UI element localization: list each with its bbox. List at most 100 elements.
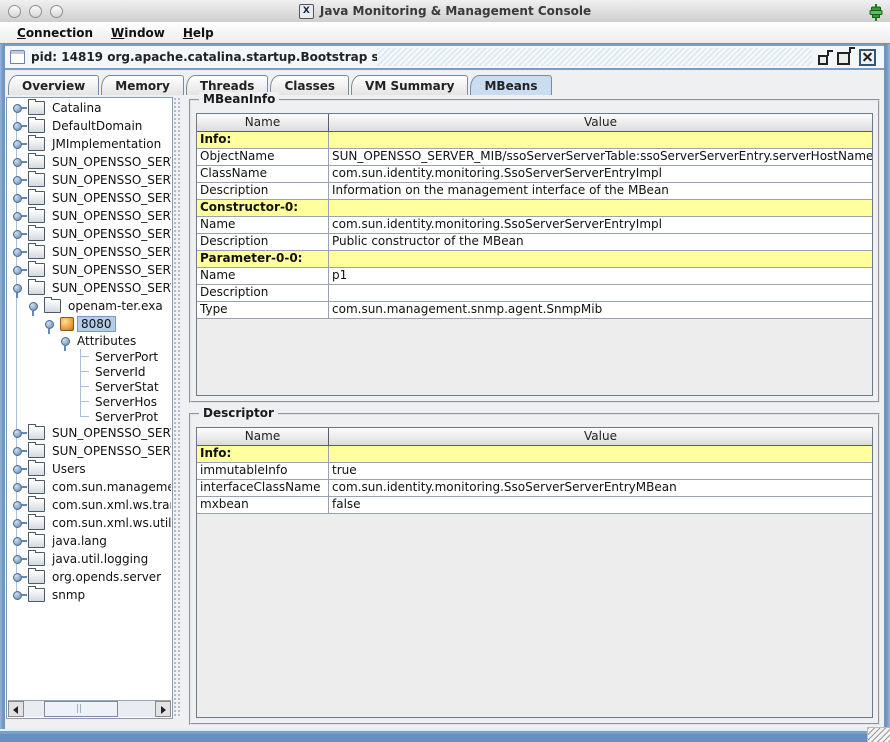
tab[interactable]: Classes: [270, 75, 349, 95]
scrollbar-track[interactable]: [24, 701, 155, 717]
tree-horizontal-scrollbar[interactable]: [8, 700, 171, 717]
tree-toggle-icon[interactable]: [12, 247, 26, 257]
tree-item[interactable]: SUN_OPENSSO_SERV: [8, 207, 171, 225]
menubar: ConnectionWindowHelp: [0, 22, 890, 44]
close-window-icon[interactable]: [8, 5, 21, 18]
tree-toggle-icon[interactable]: [12, 193, 26, 203]
table-row[interactable]: Description: [197, 285, 872, 302]
scroll-right-icon[interactable]: [155, 701, 171, 717]
table-row[interactable]: Constructor-0:: [197, 200, 872, 217]
tree-item[interactable]: com.sun.manageme: [8, 478, 171, 496]
table-row[interactable]: Parameter-0-0:: [197, 251, 872, 268]
tree-toggle-icon[interactable]: [12, 265, 26, 275]
tree-item[interactable]: Catalina: [8, 99, 171, 117]
tree-toggle-icon[interactable]: [12, 175, 26, 185]
tree-toggle-icon[interactable]: [12, 229, 26, 239]
tab[interactable]: VM Summary: [351, 75, 468, 95]
tree-item[interactable]: java.util.logging: [8, 550, 171, 568]
tree-item[interactable]: java.lang: [8, 532, 171, 550]
scroll-left-icon[interactable]: [8, 701, 24, 717]
tree-toggle-icon[interactable]: [60, 336, 74, 346]
tree-toggle-icon[interactable]: [12, 139, 26, 149]
table-row[interactable]: ObjectName SUN_OPENSSO_SERVER_MIB/ssoSer…: [197, 149, 872, 166]
tree-item[interactable]: SUN_OPENSSO_SERV: [8, 424, 171, 442]
tree-toggle-icon[interactable]: [44, 319, 58, 329]
tree-toggle-icon[interactable]: [12, 446, 26, 456]
descriptor-table: Info: immutableInfo true interfaceClassN…: [197, 446, 872, 514]
tree-toggle-icon[interactable]: [28, 301, 42, 311]
tree-connector: [76, 394, 90, 409]
traffic-lights: [8, 5, 63, 18]
tree-item[interactable]: ServerStat: [8, 379, 171, 394]
tree-toggle-icon[interactable]: [12, 157, 26, 167]
tree-item[interactable]: SUN_OPENSSO_SERV: [8, 189, 171, 207]
internal-frame-titlebar[interactable]: pid: 14819 org.apache.catalina.startup.B…: [5, 44, 884, 70]
tree-item[interactable]: 8080: [8, 315, 171, 332]
tree-item[interactable]: ServerPort: [8, 349, 171, 364]
tree-toggle-icon[interactable]: [12, 536, 26, 546]
table-row[interactable]: Description Information on the managemen…: [197, 183, 872, 200]
tree-node-icon: [28, 227, 45, 241]
tree-toggle-icon[interactable]: [12, 500, 26, 510]
frame-minimize-icon[interactable]: [818, 55, 828, 65]
table-row[interactable]: mxbean false: [197, 497, 872, 514]
tree-item[interactable]: SUN_OPENSSO_SERV: [8, 171, 171, 189]
tree-toggle-icon[interactable]: [12, 518, 26, 528]
tree-toggle-icon[interactable]: [12, 103, 26, 113]
table-row[interactable]: immutableInfo true: [197, 463, 872, 480]
tree-toggle-icon[interactable]: [12, 482, 26, 492]
tree-item[interactable]: JMImplementation: [8, 135, 171, 153]
table-row[interactable]: interfaceClassName com.sun.identity.moni…: [197, 480, 872, 497]
mbeaninfo-title: MBeanInfo: [199, 92, 279, 106]
split-pane-divider[interactable]: [173, 97, 181, 717]
resize-grip[interactable]: [867, 727, 890, 742]
tree-item[interactable]: org.opends.server: [8, 568, 171, 586]
tree-item[interactable]: Users: [8, 460, 171, 478]
menu-item[interactable]: Connection: [8, 24, 102, 42]
tree-toggle-icon[interactable]: [12, 464, 26, 474]
tree-toggle-icon[interactable]: [12, 121, 26, 131]
tree-item[interactable]: SUN_OPENSSO_SERV: [8, 153, 171, 171]
tree-toggle-icon[interactable]: [12, 428, 26, 438]
tab[interactable]: Overview: [8, 75, 99, 95]
tree-item[interactable]: DefaultDomain: [8, 117, 171, 135]
tree-item[interactable]: ServerProt: [8, 409, 171, 424]
tree-item[interactable]: SUN_OPENSSO_SERV: [8, 225, 171, 243]
table-row[interactable]: Description Public constructor of the MB…: [197, 234, 872, 251]
tree-toggle-icon[interactable]: [12, 211, 26, 221]
menu-item[interactable]: Help: [174, 24, 223, 42]
tree-item-label: SUN_OPENSSO_SERV: [49, 444, 171, 458]
table-row[interactable]: Info:: [197, 446, 872, 463]
tree-item[interactable]: SUN_OPENSSO_SERV: [8, 442, 171, 460]
tree-node-icon: [28, 480, 45, 494]
tree-toggle-icon[interactable]: [12, 283, 26, 293]
table-row[interactable]: Info:: [197, 132, 872, 149]
tree-item[interactable]: SUN_OPENSSO_SERV: [8, 243, 171, 261]
tree-item[interactable]: Attributes: [8, 332, 171, 349]
table-row[interactable]: ClassName com.sun.identity.monitoring.Ss…: [197, 166, 872, 183]
tree-item[interactable]: ServerId: [8, 364, 171, 379]
minimize-window-icon[interactable]: [29, 5, 42, 18]
tree-item[interactable]: com.sun.xml.ws.tran: [8, 496, 171, 514]
tree-toggle-icon[interactable]: [12, 590, 26, 600]
table-row[interactable]: Name com.sun.identity.monitoring.SsoServ…: [197, 217, 872, 234]
scrollbar-thumb[interactable]: [44, 701, 118, 717]
table-row[interactable]: Type com.sun.management.snmp.agent.SnmpM…: [197, 302, 872, 319]
tree-item[interactable]: openam-ter.exa: [8, 297, 171, 315]
tab[interactable]: Memory: [101, 75, 184, 95]
tree-item-label: SUN_OPENSSO_SERV: [49, 191, 171, 205]
zoom-window-icon[interactable]: [50, 5, 63, 18]
tree-toggle-icon[interactable]: [12, 572, 26, 582]
tree-toggle-icon[interactable]: [12, 554, 26, 564]
tree-node-icon: [28, 426, 45, 440]
menu-item[interactable]: Window: [102, 24, 174, 42]
frame-close-icon[interactable]: [859, 49, 876, 66]
frame-maximize-icon[interactable]: [837, 52, 850, 65]
tree-item[interactable]: snmp: [8, 586, 171, 604]
tree-item[interactable]: SUN_OPENSSO_SERV: [8, 279, 171, 297]
tree-item[interactable]: SUN_OPENSSO_SERV: [8, 261, 171, 279]
table-row[interactable]: Name p1: [197, 268, 872, 285]
tree-item[interactable]: com.sun.xml.ws.util: [8, 514, 171, 532]
tree-item[interactable]: ServerHos: [8, 394, 171, 409]
tab[interactable]: MBeans: [470, 75, 551, 95]
